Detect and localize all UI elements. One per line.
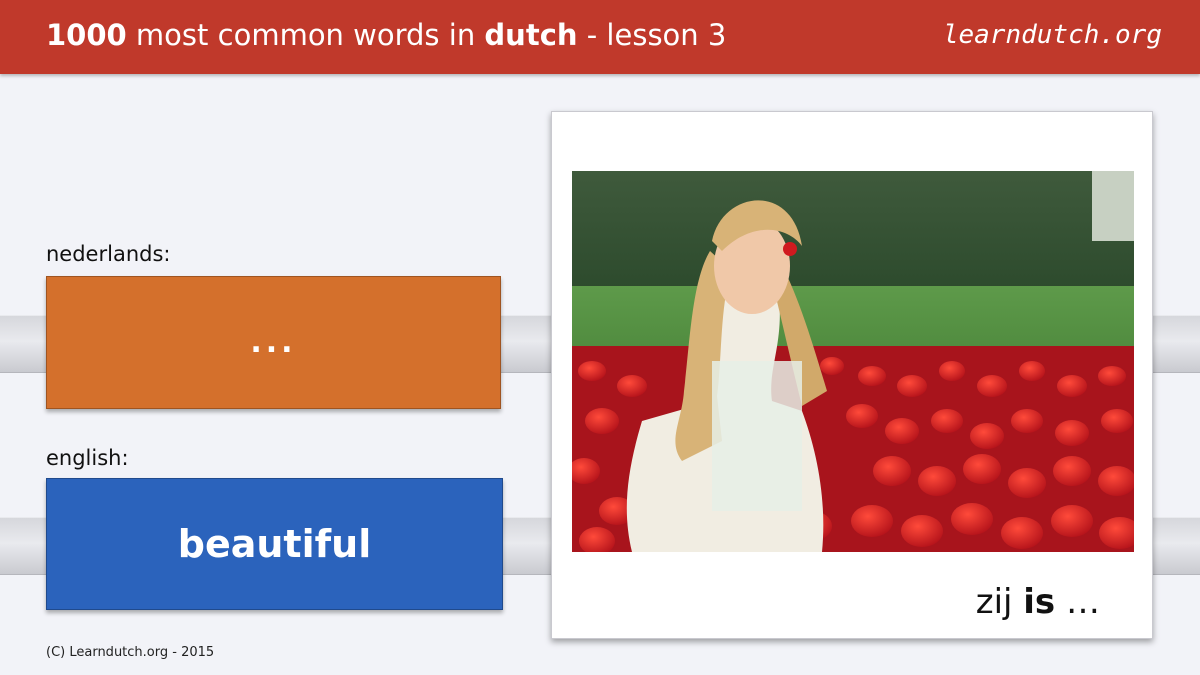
english-label: english: bbox=[46, 446, 129, 470]
caption-verb: is bbox=[1023, 582, 1056, 622]
rail-mid-top bbox=[501, 315, 553, 373]
photo-caption: zij is … bbox=[976, 582, 1100, 622]
rail-left-top bbox=[0, 315, 46, 373]
photo-card: zij is … bbox=[551, 111, 1153, 639]
rail-mid-bottom bbox=[503, 517, 553, 575]
title-lesson: - lesson 3 bbox=[577, 18, 727, 52]
lesson-title: 1000 most common words in dutch - lesson… bbox=[46, 18, 726, 52]
rail-left-bottom bbox=[0, 517, 46, 575]
rail-right-bottom bbox=[1153, 517, 1200, 575]
title-count: 1000 bbox=[46, 18, 127, 52]
rail-right-top bbox=[1153, 315, 1200, 373]
header-bar: 1000 most common words in dutch - lesson… bbox=[0, 0, 1200, 74]
copyright-footer: (C) Learndutch.org - 2015 bbox=[46, 645, 215, 660]
dutch-label: nederlands: bbox=[46, 242, 171, 266]
dutch-word: ... bbox=[250, 325, 297, 360]
title-language: dutch bbox=[484, 18, 578, 52]
english-word-card: beautiful bbox=[46, 478, 503, 610]
caption-ellipsis: … bbox=[1055, 582, 1100, 622]
english-word: beautiful bbox=[177, 522, 372, 566]
dutch-word-card: ... bbox=[46, 276, 501, 409]
caption-prefix: zij bbox=[975, 582, 1024, 622]
title-middle: most common words in bbox=[126, 18, 485, 52]
site-logo: learndutch.org bbox=[942, 20, 1162, 50]
tulip-field-photo bbox=[572, 171, 1134, 552]
